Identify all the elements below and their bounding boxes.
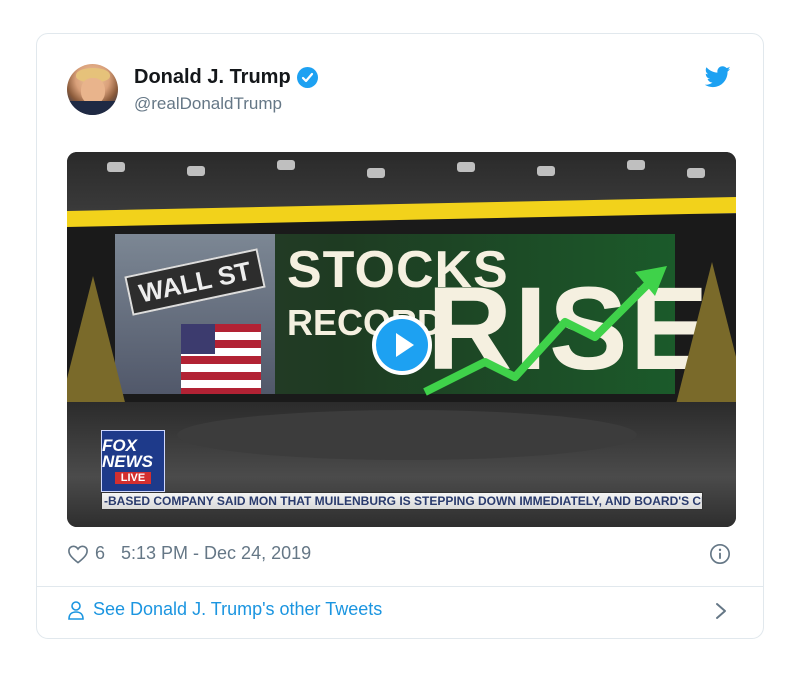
- person-icon: [68, 600, 84, 620]
- verified-badge-icon: [296, 67, 318, 88]
- heart-icon[interactable]: [67, 544, 89, 564]
- info-icon[interactable]: [709, 543, 731, 565]
- play-icon: [395, 333, 414, 357]
- avatar[interactable]: [67, 64, 118, 115]
- chevron-right-icon[interactable]: [715, 602, 727, 620]
- fox-news-text: FOX NEWS: [102, 436, 153, 471]
- author-handle[interactable]: @realDonaldTrump: [134, 94, 282, 114]
- twitter-bird-icon[interactable]: [705, 66, 731, 88]
- studio-desk: [177, 410, 637, 460]
- live-badge: LIVE: [114, 472, 152, 484]
- wall-street-photo: WALL ST: [115, 234, 275, 394]
- christmas-tree-right: [674, 262, 736, 412]
- like-count: 6: [95, 543, 106, 563]
- tweet-timestamp[interactable]: 5:13 PM - Dec 24, 2019: [121, 543, 311, 564]
- tweet-meta: 6 5:13 PM - Dec 24, 2019: [67, 543, 311, 564]
- tweet-card: Donald J. Trump @realDonaldTrump WALL ST: [36, 33, 764, 639]
- fox-news-logo: FOX NEWS LIVE: [101, 430, 165, 492]
- rising-arrow-icon: [423, 266, 667, 396]
- see-other-tweets-label[interactable]: See Donald J. Trump's other Tweets: [93, 599, 382, 620]
- see-other-tweets-link[interactable]: See Donald J. Trump's other Tweets: [67, 599, 382, 620]
- news-ticker: -BASED COMPANY SAID MON THAT MUILENBURG …: [101, 492, 703, 510]
- author-name[interactable]: Donald J. Trump: [134, 66, 291, 89]
- play-button[interactable]: [372, 315, 432, 375]
- author-row: Donald J. Trump: [134, 66, 318, 89]
- divider: [37, 586, 763, 587]
- video-thumbnail[interactable]: WALL ST STOCKS RECORD RISE FOX NEWS LIVE…: [67, 152, 736, 527]
- wall-st-sign: WALL ST: [124, 248, 266, 316]
